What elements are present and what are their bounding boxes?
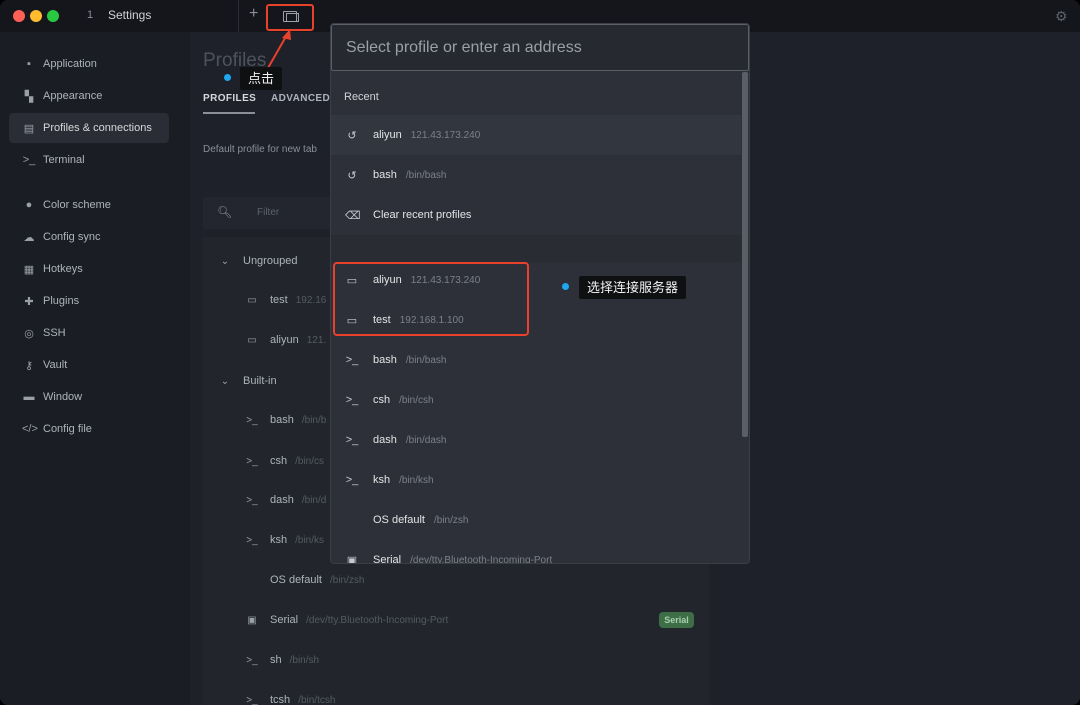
callout-dot — [224, 74, 231, 81]
zoom-window-button[interactable] — [47, 10, 59, 22]
callout-click: 点击 — [240, 67, 283, 90]
profile-address-input[interactable] — [331, 24, 749, 71]
sidebar-item-terminal[interactable]: >_ Terminal — [9, 145, 169, 175]
highlight-box-profiles-button — [266, 4, 314, 31]
highlight-box-servers — [333, 262, 529, 336]
sidebar-item-appearance[interactable]: ▚ Appearance — [9, 81, 169, 111]
sidebar-item-color-scheme[interactable]: ● Color scheme — [9, 190, 169, 220]
sidebar-item-application[interactable]: ▪ Application — [9, 49, 169, 79]
list-item[interactable]: >_ sh/bin/sh — [244, 650, 319, 670]
prompt-icon: >_ — [345, 434, 359, 446]
clear-recent-profiles-button[interactable]: ⌫ Clear recent profiles — [331, 195, 741, 235]
prompt-icon: >_ — [246, 534, 258, 546]
list-item[interactable]: >_ csh/bin/cs — [244, 451, 324, 471]
list-item[interactable]: ▭ test 192.16 — [244, 290, 326, 310]
list-item[interactable]: >_ ksh/bin/ks — [244, 530, 324, 550]
prompt-icon: >_ — [345, 354, 359, 366]
callout-select-server: 选择连接服务器 — [579, 276, 687, 299]
prompt-icon: >_ — [246, 694, 258, 705]
serial-badge: Serial — [659, 612, 694, 628]
sidebar-item-ssh[interactable]: ◎ SSH — [9, 318, 169, 348]
recent-header: Recent — [344, 91, 379, 103]
list-item[interactable]: >_ bash/bin/b — [244, 410, 326, 430]
sidebar-item-plugins[interactable]: ✚ Plugins — [9, 286, 169, 316]
chevron-down-icon: ⌄ — [220, 255, 230, 267]
recent-item-bash[interactable]: ↺ bash/bin/bash — [331, 155, 741, 195]
settings-sidebar: ▪ Application ▚ Appearance ▤ Profiles & con… — [0, 32, 190, 705]
dropdown-divider — [331, 235, 741, 262]
prompt-icon: >_ — [246, 654, 258, 666]
tab-profiles[interactable]: PROFILES — [203, 93, 256, 104]
list-item[interactable]: ▣ Serial/dev/tty.Bluetooth-Incoming-Port — [244, 610, 448, 630]
recent-item-aliyun[interactable]: ↺ aliyun 121.43.173.240 — [331, 115, 741, 155]
list-item[interactable]: ▭ aliyun 121. — [244, 330, 326, 350]
sidebar-item-vault[interactable]: ⚷ Vault — [9, 350, 169, 380]
dropdown-scrollbar[interactable] — [742, 72, 748, 437]
sidebar-item-window[interactable]: ▬ Window — [9, 382, 169, 412]
prompt-icon: >_ — [246, 494, 258, 506]
tab-number: 1 — [87, 9, 94, 21]
history-icon: ↺ — [347, 169, 357, 182]
prompt-icon: >_ — [246, 455, 258, 467]
sidebar-item-hotkeys[interactable]: ▦ Hotkeys — [9, 254, 169, 284]
tab-divider — [238, 0, 239, 32]
key-icon: ⚷ — [24, 359, 34, 372]
sidebar-item-config-file[interactable]: </> Config file — [9, 414, 169, 444]
group-header-built-in[interactable]: ⌄ Built-in — [217, 371, 285, 391]
dropdown-profile-serial[interactable]: ▣ Serial/dev/tty.Bluetooth-Incoming-Port — [331, 540, 741, 564]
dropdown-profile-bash[interactable]: >_ bash/bin/bash — [331, 340, 741, 380]
prompt-icon: >_ — [345, 394, 359, 406]
appearance-icon: ▚ — [24, 90, 34, 103]
application-icon: ▪ — [27, 58, 31, 70]
search-icon: 🔍︎ — [217, 205, 233, 219]
list-item[interactable]: OS default/bin/zsh — [244, 570, 364, 590]
prompt-icon: >_ — [246, 414, 258, 426]
settings-gear-icon[interactable]: ⚙ — [1055, 8, 1068, 25]
dropdown-profile-ksh[interactable]: >_ ksh/bin/ksh — [331, 460, 741, 500]
minimize-window-button[interactable] — [30, 10, 42, 22]
profiles-icon: ▤ — [23, 122, 35, 135]
active-tab-indicator — [203, 112, 255, 114]
sidebar-item-config-sync[interactable]: ☁ Config sync — [9, 222, 169, 252]
code-icon: </> — [22, 423, 38, 435]
puzzle-icon: ✚ — [24, 295, 34, 308]
monitor-icon: ▭ — [247, 294, 257, 306]
history-icon: ↺ — [347, 129, 357, 142]
chevron-down-icon: ⌄ — [220, 375, 230, 387]
chip-icon: ▣ — [247, 614, 257, 626]
terminal-icon: >_ — [22, 154, 36, 166]
keyboard-icon: ▦ — [23, 263, 35, 276]
sidebar-item-profiles[interactable]: ▤ Profiles & connections — [9, 113, 169, 143]
filter-placeholder: Filter — [257, 207, 280, 218]
list-item[interactable]: >_ dash/bin/d — [244, 490, 326, 510]
dropdown-profile-os-default[interactable]: OS default/bin/zsh — [331, 500, 741, 540]
globe-icon: ◎ — [24, 327, 34, 340]
new-tab-plus-icon[interactable]: + — [249, 5, 258, 23]
callout-dot — [562, 283, 569, 290]
dropdown-profile-dash[interactable]: >_ dash/bin/dash — [331, 420, 741, 460]
color-scheme-icon: ● — [25, 199, 33, 211]
monitor-icon: ▭ — [247, 334, 257, 346]
default-profile-label: Default profile for new tab — [203, 144, 317, 155]
filter-input[interactable]: 🔍︎ Filter — [203, 197, 333, 229]
chip-icon: ▣ — [346, 554, 358, 564]
tab-advanced[interactable]: ADVANCED — [271, 93, 330, 104]
dropdown-profile-csh[interactable]: >_ csh/bin/csh — [331, 380, 741, 420]
tab-settings[interactable]: Settings — [108, 8, 151, 22]
close-window-button[interactable] — [13, 10, 25, 22]
cloud-icon: ☁ — [23, 231, 35, 244]
group-header-ungrouped[interactable]: ⌄ Ungrouped — [217, 251, 305, 271]
window-icon: ▬ — [23, 391, 35, 403]
prompt-icon: >_ — [345, 474, 359, 486]
app-window: 1 Settings + ⚙ ▪ Application ▚ Appearance … — [0, 0, 1080, 705]
eraser-icon: ⌫ — [345, 209, 361, 222]
list-item[interactable]: >_ tcsh/bin/tcsh — [244, 690, 335, 705]
